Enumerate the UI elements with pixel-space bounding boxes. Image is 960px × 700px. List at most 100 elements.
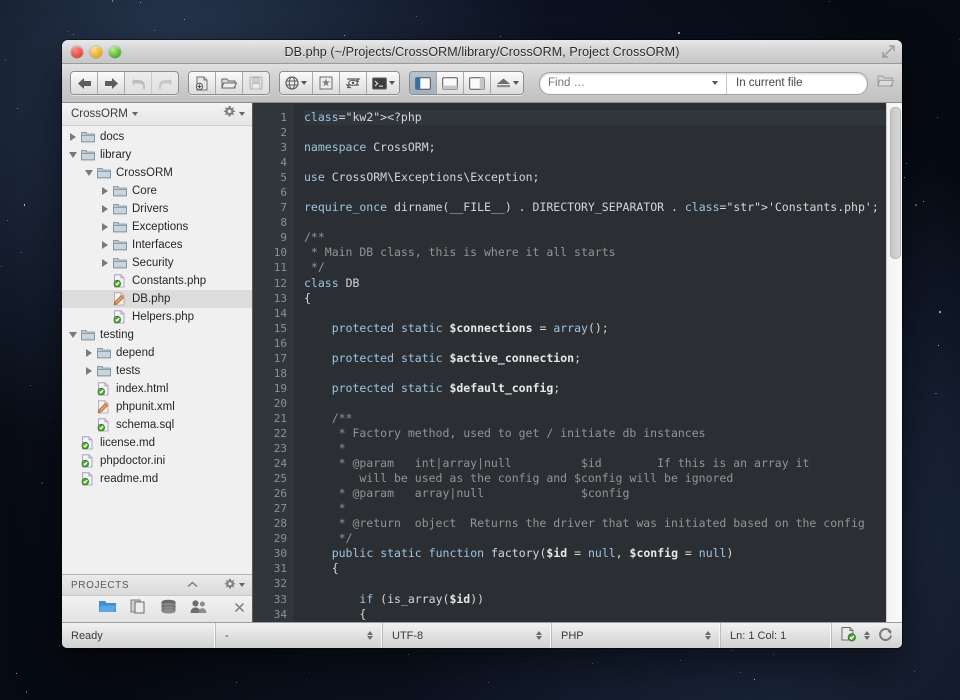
tree-item[interactable]: DB.php (62, 290, 252, 308)
encoding-selector[interactable]: UTF-8 (383, 623, 552, 648)
code-line: * @return object Returns the driver that… (304, 516, 902, 531)
close-icon[interactable] (234, 600, 245, 618)
code-editor[interactable]: 1234567891011121314151617181920212223242… (253, 103, 902, 622)
code-line: use CrossORM\Exceptions\Exception; (304, 170, 902, 185)
tree-item[interactable]: schema.sql (62, 416, 252, 434)
console-panel-icon (496, 77, 511, 89)
disclosure-triangle[interactable] (98, 241, 111, 249)
projects-settings-button[interactable] (224, 578, 245, 593)
open-folder-button[interactable] (216, 72, 243, 94)
tree-item[interactable]: Exceptions (62, 218, 252, 236)
disclosure-triangle[interactable] (82, 349, 95, 357)
right-panel-icon (469, 77, 485, 90)
tree-item[interactable]: testing (62, 326, 252, 344)
line-number: 1 (253, 110, 287, 125)
folder-icon (79, 149, 96, 161)
toggle-right-panel-button[interactable] (464, 72, 491, 94)
tree-item-label: Security (128, 257, 174, 269)
toggle-bottom-panel-button[interactable] (437, 72, 464, 94)
new-file-button[interactable] (189, 72, 216, 94)
vertical-scrollbar[interactable] (886, 103, 902, 622)
users-tab-button[interactable] (190, 599, 208, 619)
code-line: protected static $active_connection; (304, 351, 902, 366)
disclosure-triangle[interactable] (66, 152, 79, 158)
scrollbar-thumb[interactable] (890, 107, 901, 259)
tree-item[interactable]: tests (62, 362, 252, 380)
status-bar: Ready - UTF-8 PHP Ln: 1 Col: 1 (62, 622, 902, 648)
choose-folder-button[interactable] (877, 74, 894, 93)
fullscreen-icon[interactable] (881, 44, 896, 59)
tree-item[interactable]: CrossORM (62, 164, 252, 182)
chevron-up-icon[interactable] (187, 580, 198, 591)
tree-item-label: DB.php (128, 293, 170, 305)
disclosure-triangle[interactable] (98, 223, 111, 231)
database-tab-button[interactable] (160, 599, 177, 619)
find-scope-input[interactable]: In current file (727, 73, 867, 94)
tree-item[interactable]: depend (62, 344, 252, 362)
chevron-down-icon[interactable] (712, 81, 718, 85)
tree-item[interactable]: docs (62, 128, 252, 146)
disclosure-triangle[interactable] (82, 367, 95, 375)
tree-item[interactable]: Drivers (62, 200, 252, 218)
language-stepper[interactable] (697, 631, 711, 640)
tree-item[interactable]: Core (62, 182, 252, 200)
undo-button[interactable] (125, 72, 152, 94)
forward-button[interactable] (98, 72, 125, 94)
folder-icon (79, 131, 96, 143)
find-input[interactable]: Find … (548, 77, 585, 89)
projects-tab-button[interactable] (98, 599, 117, 619)
disclosure-triangle[interactable] (82, 170, 95, 176)
tree-item[interactable]: phpunit.xml (62, 398, 252, 416)
encoding-stepper[interactable] (528, 631, 542, 640)
disclosure-triangle[interactable] (98, 259, 111, 267)
toggle-console-button[interactable] (491, 72, 523, 94)
live-preview-button[interactable] (340, 72, 367, 94)
validate-icon[interactable] (840, 626, 857, 645)
line-number: 7 (253, 200, 287, 215)
disclosure-triangle[interactable] (66, 133, 79, 141)
disclosure-triangle[interactable] (66, 332, 79, 338)
back-button[interactable] (71, 72, 98, 94)
refresh-icon[interactable] (877, 626, 894, 646)
tree-item[interactable]: phpdoctor.ini (62, 452, 252, 470)
project-file-tree[interactable]: docslibraryCrossORMCoreDriversExceptions… (62, 126, 252, 574)
tree-item[interactable]: index.html (62, 380, 252, 398)
disclosure-triangle[interactable] (98, 205, 111, 213)
tree-item[interactable]: library (62, 146, 252, 164)
tree-item[interactable]: readme.md (62, 470, 252, 488)
build-button[interactable] (313, 72, 340, 94)
preview-in-browser-button[interactable] (280, 72, 313, 94)
terminal-button[interactable] (367, 72, 399, 94)
save-button[interactable] (243, 72, 269, 94)
tree-item[interactable]: Interfaces (62, 236, 252, 254)
symbol-stepper[interactable] (359, 631, 373, 640)
disclosure-triangle[interactable] (98, 187, 111, 195)
project-selector[interactable]: CrossORM (71, 108, 138, 120)
line-number: 34 (253, 607, 287, 622)
code-line: * @param array|null $config (304, 486, 902, 501)
redo-button[interactable] (152, 72, 178, 94)
line-number: 33 (253, 592, 287, 607)
file-check-icon (79, 454, 96, 468)
files-tab-button[interactable] (130, 599, 147, 619)
line-number-gutter: 1234567891011121314151617181920212223242… (253, 103, 294, 622)
tree-item[interactable]: Security (62, 254, 252, 272)
arrow-left-icon (77, 77, 92, 90)
minimize-button[interactable] (90, 46, 102, 58)
symbol-selector[interactable]: - (216, 623, 383, 648)
code-content[interactable]: class="kw2"><?php namespace CrossORM; us… (294, 103, 902, 622)
tree-item[interactable]: Constants.php (62, 272, 252, 290)
code-line: will be used as the config and $config w… (304, 471, 902, 486)
validate-stepper[interactable] (864, 631, 870, 640)
code-line: namespace CrossORM; (304, 140, 902, 155)
toggle-left-panel-button[interactable] (410, 72, 437, 94)
window-titlebar[interactable]: DB.php (~/Projects/CrossORM/library/Cros… (62, 40, 902, 64)
zoom-button[interactable] (109, 46, 121, 58)
tree-item[interactable]: Helpers.php (62, 308, 252, 326)
tree-item[interactable]: license.md (62, 434, 252, 452)
folder-icon (95, 167, 112, 179)
close-button[interactable] (71, 46, 83, 58)
find-input-wrapper[interactable]: Find … (540, 73, 727, 94)
sidebar-settings-button[interactable] (223, 105, 245, 123)
language-selector[interactable]: PHP (552, 623, 721, 648)
